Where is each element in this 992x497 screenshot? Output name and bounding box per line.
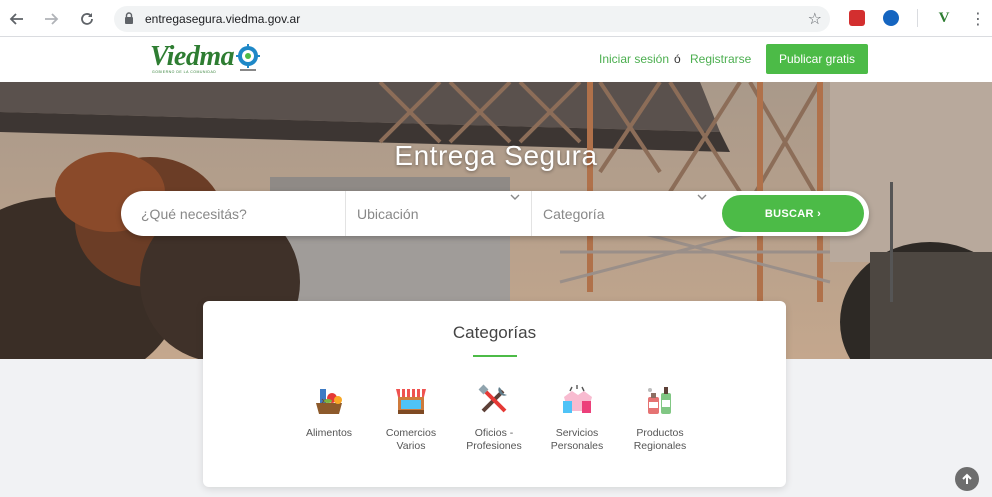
menu-icon[interactable]: ⋮ [967, 8, 989, 30]
extension-v-icon[interactable]: V [936, 10, 952, 26]
category-label: Personales [550, 440, 604, 452]
search-divider [345, 191, 346, 236]
logo-emblem-icon [236, 44, 260, 71]
title-underline [473, 355, 517, 357]
publish-button[interactable]: Publicar gratis [766, 44, 868, 74]
extension-blue-icon[interactable] [883, 10, 899, 26]
location-select[interactable]: Ubicación [357, 191, 522, 236]
browser-toolbar: entregasegura.viedma.gov.ar ☆ V ⋮ [0, 0, 992, 37]
login-link[interactable]: Iniciar sesión [599, 52, 669, 66]
logo-subtitle: GOBIERNO DE LA COMUNIDAD [152, 70, 217, 74]
category-select-value: Categoría [543, 205, 605, 222]
category-label: Servicios [555, 427, 599, 439]
location-select-value: Ubicación [357, 205, 419, 222]
category-label: Comercios [385, 427, 437, 439]
category-label: Oficios - [474, 427, 514, 439]
scroll-to-top-button[interactable] [955, 467, 979, 491]
category-item-servicios[interactable]: Servicios Personales [542, 383, 612, 453]
handshake-icon [563, 385, 592, 413]
star-icon[interactable]: ☆ [808, 9, 822, 29]
search-bar: ¿Qué necesitás? Ubicación Categoría BUSC… [121, 191, 869, 236]
extension-pocket-icon[interactable] [849, 10, 865, 26]
lock-icon [125, 12, 133, 24]
category-label: Alimentos [305, 427, 353, 439]
or-separator: ó [674, 52, 681, 66]
category-label: Profesiones [466, 440, 522, 452]
tools-icon [478, 384, 507, 413]
categories-card: Categorías Alimentos Comercios Varios Of… [203, 301, 786, 487]
hero-title: Entrega Segura [394, 140, 598, 171]
arrow-up-icon [962, 473, 972, 484]
search-input[interactable]: ¿Qué necesitás? [141, 191, 341, 236]
site-header: Viedma GOBIERNO DE LA COMUNIDAD Iniciar … [0, 37, 992, 82]
storefront-icon [396, 389, 426, 414]
search-input-placeholder: ¿Qué necesitás? [141, 205, 247, 222]
categories-title: Categorías [452, 323, 537, 342]
groceries-icon [316, 389, 342, 414]
category-item-comercios[interactable]: Comercios Varios [376, 383, 446, 453]
viedma-logo[interactable]: Viedma GOBIERNO DE LA COMUNIDAD [150, 41, 266, 77]
category-label: Regionales [633, 440, 687, 452]
back-icon[interactable] [6, 8, 28, 30]
bottles-icon [648, 387, 671, 414]
forward-icon[interactable] [40, 8, 62, 30]
search-divider [531, 191, 532, 236]
url-text: entregasegura.viedma.gov.ar [145, 12, 301, 26]
chevron-down-icon [510, 194, 520, 200]
toolbar-divider [917, 9, 918, 27]
category-item-oficios[interactable]: Oficios - Profesiones [459, 383, 529, 453]
category-item-productos[interactable]: Productos Regionales [625, 383, 695, 453]
chevron-down-icon [697, 194, 707, 200]
register-link[interactable]: Registrarse [690, 52, 751, 66]
category-item-alimentos[interactable]: Alimentos [294, 383, 364, 440]
reload-icon[interactable] [76, 8, 98, 30]
address-bar[interactable]: entregasegura.viedma.gov.ar ☆ [114, 6, 830, 32]
logo-text: Viedma [150, 41, 235, 72]
category-label: Productos [636, 427, 684, 439]
search-button[interactable]: BUSCAR › [722, 195, 864, 232]
category-select[interactable]: Categoría [543, 191, 708, 236]
category-label: Varios [396, 440, 426, 452]
